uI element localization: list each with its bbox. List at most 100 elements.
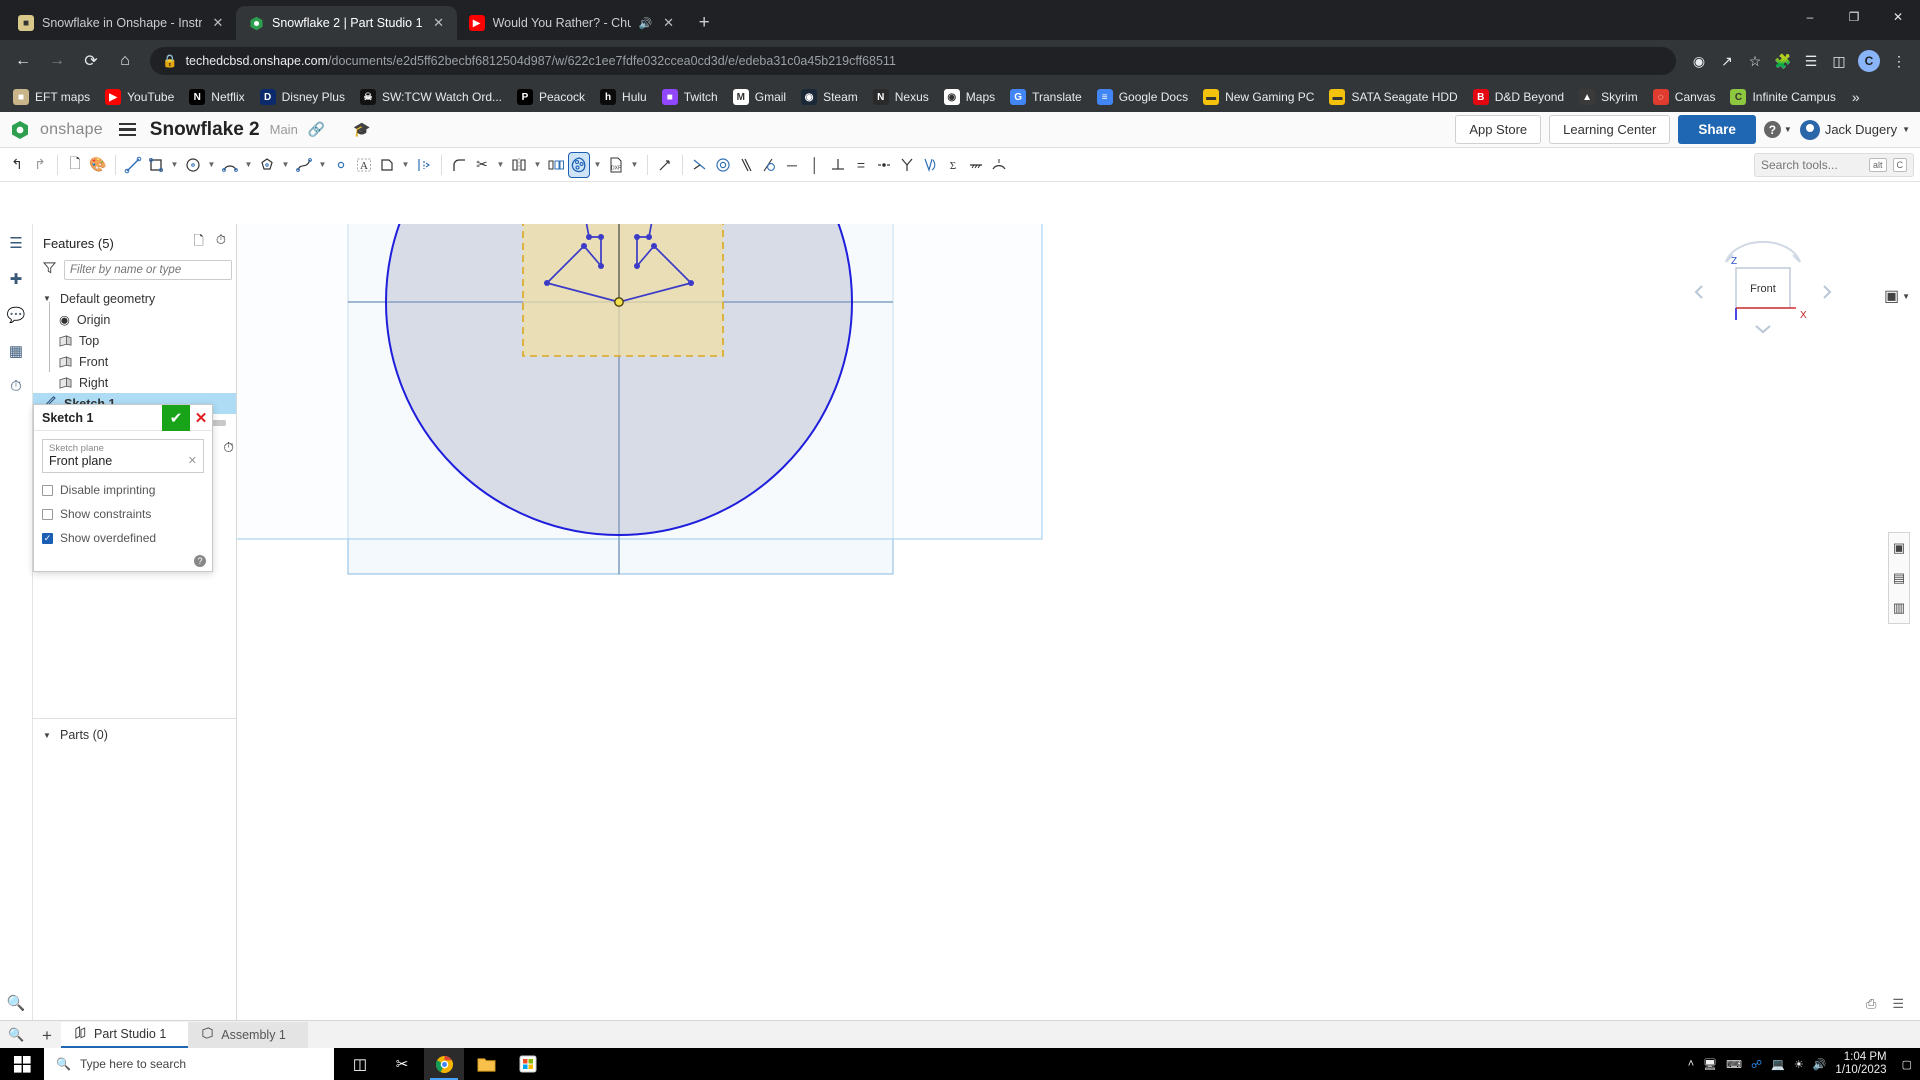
measure-icon[interactable]: ▥: [1889, 593, 1909, 623]
rectangle-tool-icon[interactable]: [145, 152, 167, 178]
app-store-button[interactable]: App Store: [1455, 115, 1541, 144]
selection-region[interactable]: [523, 224, 723, 356]
file-explorer-icon[interactable]: [466, 1048, 506, 1080]
option-show-constraints[interactable]: Show constraints: [42, 507, 204, 521]
chevron-down-icon[interactable]: ▼: [1902, 125, 1910, 134]
bookmark-item[interactable]: ◉Steam: [794, 86, 865, 108]
ground-constraint-icon[interactable]: [965, 152, 987, 178]
new-folder-icon[interactable]: 🗋: [193, 232, 203, 254]
chevron-down-icon[interactable]: ▼: [399, 160, 412, 169]
search-tools-input[interactable]: Search tools... alt C: [1754, 153, 1914, 177]
fillet-tool-icon[interactable]: [448, 152, 470, 178]
bookmark-item[interactable]: ▬New Gaming PC: [1196, 86, 1321, 108]
normal-constraint-icon[interactable]: [988, 152, 1010, 178]
avatar[interactable]: [1800, 120, 1820, 140]
learning-center-button[interactable]: Learning Center: [1549, 115, 1670, 144]
window-icon[interactable]: ◫: [1826, 48, 1852, 74]
option-disable-imprinting[interactable]: Disable imprinting: [42, 483, 204, 497]
section-view-icon[interactable]: ▣: [1889, 533, 1909, 563]
checkbox[interactable]: [42, 509, 53, 520]
feature-tree-item-origin[interactable]: ◉ Origin: [33, 309, 236, 330]
bookmark-item[interactable]: PPeacock: [510, 86, 592, 108]
browser-tab-2[interactable]: ▶ Would You Rather? - Chuckle 🔊 ✕: [457, 6, 687, 40]
bookmark-star-icon[interactable]: ☆: [1742, 48, 1768, 74]
tab-mute-icon[interactable]: 🔊: [639, 17, 653, 30]
bookmark-item[interactable]: hHulu: [593, 86, 654, 108]
view-cube[interactable]: Front Z X: [1688, 234, 1838, 344]
puzzle-icon[interactable]: 🧩: [1770, 48, 1796, 74]
chevron-down-icon[interactable]: ▼: [43, 294, 53, 303]
arc-tool-icon[interactable]: [219, 152, 241, 178]
start-button[interactable]: [0, 1056, 44, 1073]
keyboard-icon[interactable]: ⌨: [1726, 1058, 1742, 1071]
new-tab-button[interactable]: +: [687, 12, 722, 40]
notification-icon[interactable]: ▢: [1902, 1058, 1912, 1071]
sketch-plane-field[interactable]: Sketch plane Front plane ✕: [42, 439, 204, 473]
assembly-icon[interactable]: ▦: [9, 342, 23, 360]
reload-icon[interactable]: ⟳: [76, 46, 106, 76]
forward-icon[interactable]: →: [42, 46, 72, 76]
comment-icon[interactable]: 💬: [7, 306, 26, 324]
browser-tab-0[interactable]: ■ Snowflake in Onshape - Instructa ✕: [6, 6, 236, 40]
snip-tool-icon[interactable]: ✂: [382, 1048, 422, 1080]
taskbar-clock[interactable]: 1:04 PM 1/10/2023: [1835, 1051, 1892, 1077]
undo-icon[interactable]: ↰: [6, 152, 28, 178]
help-icon[interactable]: ?: [194, 555, 206, 567]
circular-pattern-icon[interactable]: [568, 152, 590, 178]
trim-tool-icon[interactable]: ✂: [471, 152, 493, 178]
search-geometry-icon[interactable]: 🔍: [7, 994, 26, 1012]
hide-show-icon[interactable]: ▤: [1889, 563, 1909, 593]
back-icon[interactable]: ←: [8, 46, 38, 76]
chevron-down-icon[interactable]: ▼: [628, 160, 641, 169]
bookmark-item[interactable]: BD&D Beyond: [1466, 86, 1571, 108]
add-tab-button[interactable]: +: [33, 1026, 61, 1048]
clear-icon[interactable]: ✕: [188, 454, 197, 467]
bookmark-item[interactable]: ◉Maps: [937, 86, 1002, 108]
feature-list-icon[interactable]: ☰: [9, 234, 22, 252]
store-icon[interactable]: [508, 1048, 548, 1080]
list-icon[interactable]: ☰: [1798, 48, 1824, 74]
chevron-down-icon[interactable]: ▼: [168, 160, 181, 169]
bookmarks-overflow-button[interactable]: »: [1844, 89, 1868, 105]
extensions-icon[interactable]: ◉: [1686, 48, 1712, 74]
task-view-icon[interactable]: ◫: [340, 1048, 380, 1080]
taskbar-search[interactable]: 🔍 Type here to search: [44, 1048, 334, 1080]
help-icon[interactable]: ?: [1764, 121, 1781, 138]
offset-tool-icon[interactable]: [413, 152, 435, 178]
display-style-dropdown[interactable]: ▣ ▼: [1884, 286, 1910, 306]
tab-close-icon[interactable]: ✕: [210, 15, 226, 31]
curvature-constraint-icon[interactable]: [919, 152, 941, 178]
bookmark-item[interactable]: DDisney Plus: [253, 86, 352, 108]
tab-close-icon[interactable]: ✕: [431, 15, 447, 31]
list-icon[interactable]: ☰: [1892, 996, 1904, 1012]
home-icon[interactable]: ⌂: [110, 46, 140, 76]
bookmark-item[interactable]: GTranslate: [1003, 86, 1089, 108]
sketch-cancel-button[interactable]: ✕: [190, 405, 212, 431]
bookmark-item[interactable]: ■EFT maps: [6, 86, 97, 108]
browser-tab-1[interactable]: Snowflake 2 | Part Studio 1 ✕: [236, 6, 457, 40]
chevron-down-icon[interactable]: ▼: [531, 160, 544, 169]
vertical-constraint-icon[interactable]: │: [804, 152, 826, 178]
tab-part-studio-1[interactable]: Part Studio 1: [61, 1022, 188, 1048]
search-tabs-icon[interactable]: 🔍: [0, 1027, 33, 1048]
chevron-down-icon[interactable]: ▼: [242, 160, 255, 169]
tab-assembly-1[interactable]: Assembly 1: [188, 1022, 308, 1048]
horizontal-constraint-icon[interactable]: ─: [781, 152, 803, 178]
bookmark-item[interactable]: NNetflix: [182, 86, 251, 108]
bookmark-item[interactable]: CInfinite Campus: [1723, 86, 1842, 108]
chevron-down-icon[interactable]: ▼: [279, 160, 292, 169]
feature-tree-group-default-geometry[interactable]: ▼ Default geometry: [33, 288, 236, 309]
feature-tree-item-right[interactable]: Right: [33, 372, 236, 393]
chevron-down-icon[interactable]: ▼: [205, 160, 218, 169]
parts-section-header[interactable]: ▼ Parts (0): [43, 728, 108, 742]
chevron-down-icon[interactable]: ▼: [591, 160, 604, 169]
close-button[interactable]: ✕: [1876, 10, 1920, 24]
line-tool-icon[interactable]: [122, 152, 144, 178]
construction-toggle-icon[interactable]: [654, 152, 676, 178]
checkbox[interactable]: [42, 485, 53, 496]
chevron-down-icon[interactable]: ▼: [494, 160, 507, 169]
chrome-menu-icon[interactable]: ⋮: [1886, 48, 1912, 74]
volume-icon[interactable]: 🔊: [1813, 1058, 1827, 1071]
feature-tree-item-top[interactable]: Top: [33, 330, 236, 351]
bookmark-item[interactable]: ■Twitch: [655, 86, 725, 108]
